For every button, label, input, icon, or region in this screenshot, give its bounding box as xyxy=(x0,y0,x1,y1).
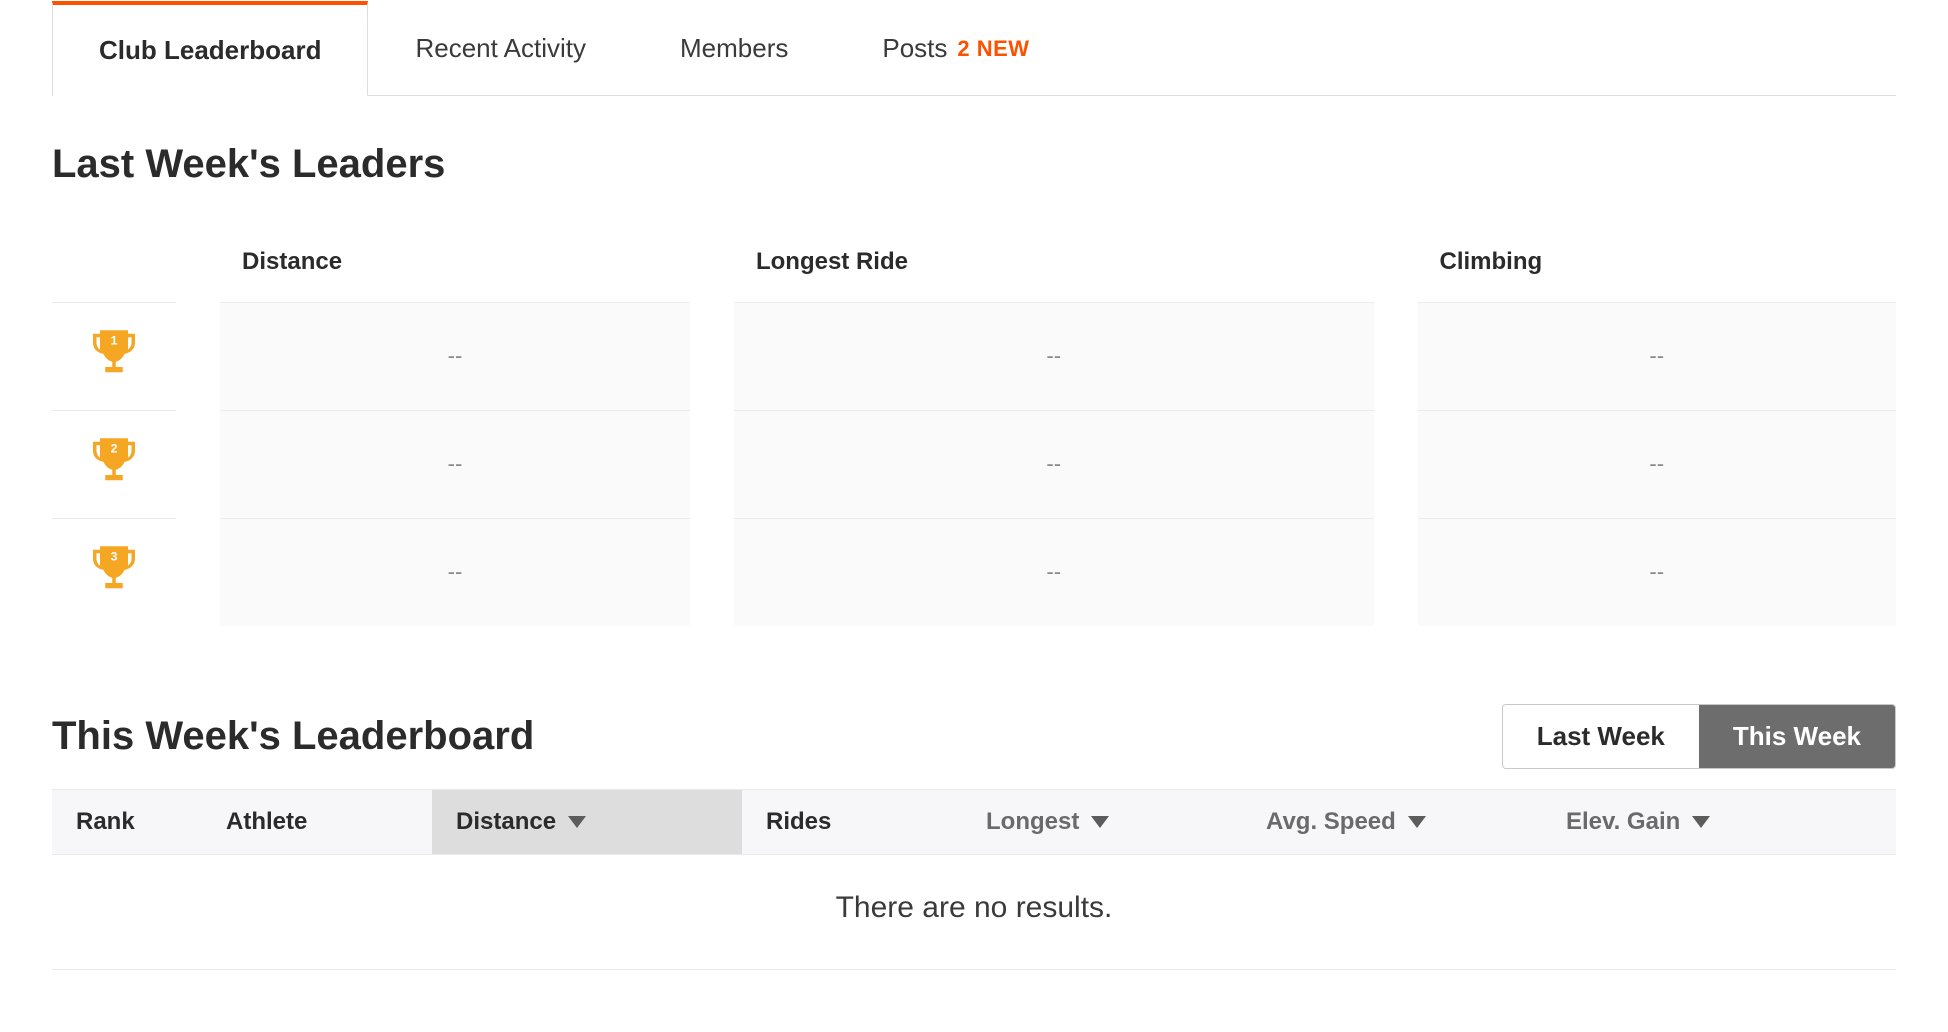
sort-desc-icon xyxy=(568,816,586,828)
leaders-cell-longest: -- xyxy=(734,410,1374,518)
col-label: Distance xyxy=(456,808,556,836)
col-label: Avg. Speed xyxy=(1266,808,1396,836)
leaders-cell-climbing: -- xyxy=(1418,410,1897,518)
col-label: Athlete xyxy=(226,808,307,836)
leaders-cell-climbing: -- xyxy=(1418,302,1897,410)
col-distance[interactable]: Distance xyxy=(432,790,742,854)
posts-new-badge: 2 NEW xyxy=(957,36,1029,62)
tab-posts[interactable]: Posts 2 NEW xyxy=(835,1,1076,96)
leaders-table: Distance Longest Ride Climbing 1 xyxy=(52,229,1896,626)
toggle-last-week[interactable]: Last Week xyxy=(1503,705,1699,768)
tab-bar: Club Leaderboard Recent Activity Members… xyxy=(52,0,1896,96)
leaders-col-distance: Distance xyxy=(220,230,690,303)
col-athlete[interactable]: Athlete xyxy=(202,790,432,854)
toggle-this-week[interactable]: This Week xyxy=(1699,705,1895,768)
leaderboard-columns: Rank Athlete Distance Rides Longest Avg.… xyxy=(52,789,1896,855)
col-label: Rank xyxy=(76,808,135,836)
tab-label: Posts xyxy=(882,33,947,64)
leaders-row: 1 -- -- -- xyxy=(52,302,1896,410)
sort-desc-icon xyxy=(1692,816,1710,828)
col-elev-gain[interactable]: Elev. Gain xyxy=(1542,790,1896,854)
leaders-col-climbing: Climbing xyxy=(1418,230,1897,303)
tab-label: Members xyxy=(680,33,788,64)
leaders-cell-longest: -- xyxy=(734,518,1374,626)
leaders-cell-distance: -- xyxy=(220,410,690,518)
col-label: Elev. Gain xyxy=(1566,808,1680,836)
sort-desc-icon xyxy=(1091,816,1109,828)
leaderboard-title: This Week's Leaderboard xyxy=(52,714,534,759)
col-rides[interactable]: Rides xyxy=(742,790,962,854)
leaders-cell-distance: -- xyxy=(220,302,690,410)
week-toggle-group: Last Week This Week xyxy=(1502,704,1896,769)
leaders-cell-climbing: -- xyxy=(1418,518,1897,626)
tab-members[interactable]: Members xyxy=(633,1,835,96)
tab-club-leaderboard[interactable]: Club Leaderboard xyxy=(52,1,368,96)
tab-recent-activity[interactable]: Recent Activity xyxy=(368,1,633,96)
col-longest[interactable]: Longest xyxy=(962,790,1242,854)
col-avg-speed[interactable]: Avg. Speed xyxy=(1242,790,1542,854)
svg-text:2: 2 xyxy=(111,441,118,455)
no-results-message: There are no results. xyxy=(52,855,1896,970)
leaders-cell-longest: -- xyxy=(734,302,1374,410)
leaders-row: 3 -- -- -- xyxy=(52,518,1896,626)
leaders-col-rank xyxy=(52,230,176,303)
svg-text:3: 3 xyxy=(111,550,118,564)
leaders-title: Last Week's Leaders xyxy=(52,142,1896,187)
trophy-1-icon: 1 xyxy=(86,325,142,381)
trophy-3-icon: 3 xyxy=(86,541,142,597)
svg-text:1: 1 xyxy=(111,333,118,347)
col-rank[interactable]: Rank xyxy=(52,790,202,854)
col-label: Rides xyxy=(766,808,831,836)
leaders-row: 2 -- -- -- xyxy=(52,410,1896,518)
tab-label: Recent Activity xyxy=(415,33,586,64)
leaders-col-longest: Longest Ride xyxy=(734,230,1374,303)
tab-label: Club Leaderboard xyxy=(99,35,321,66)
trophy-2-icon: 2 xyxy=(86,433,142,489)
sort-desc-icon xyxy=(1408,816,1426,828)
leaders-cell-distance: -- xyxy=(220,518,690,626)
col-label: Longest xyxy=(986,808,1079,836)
